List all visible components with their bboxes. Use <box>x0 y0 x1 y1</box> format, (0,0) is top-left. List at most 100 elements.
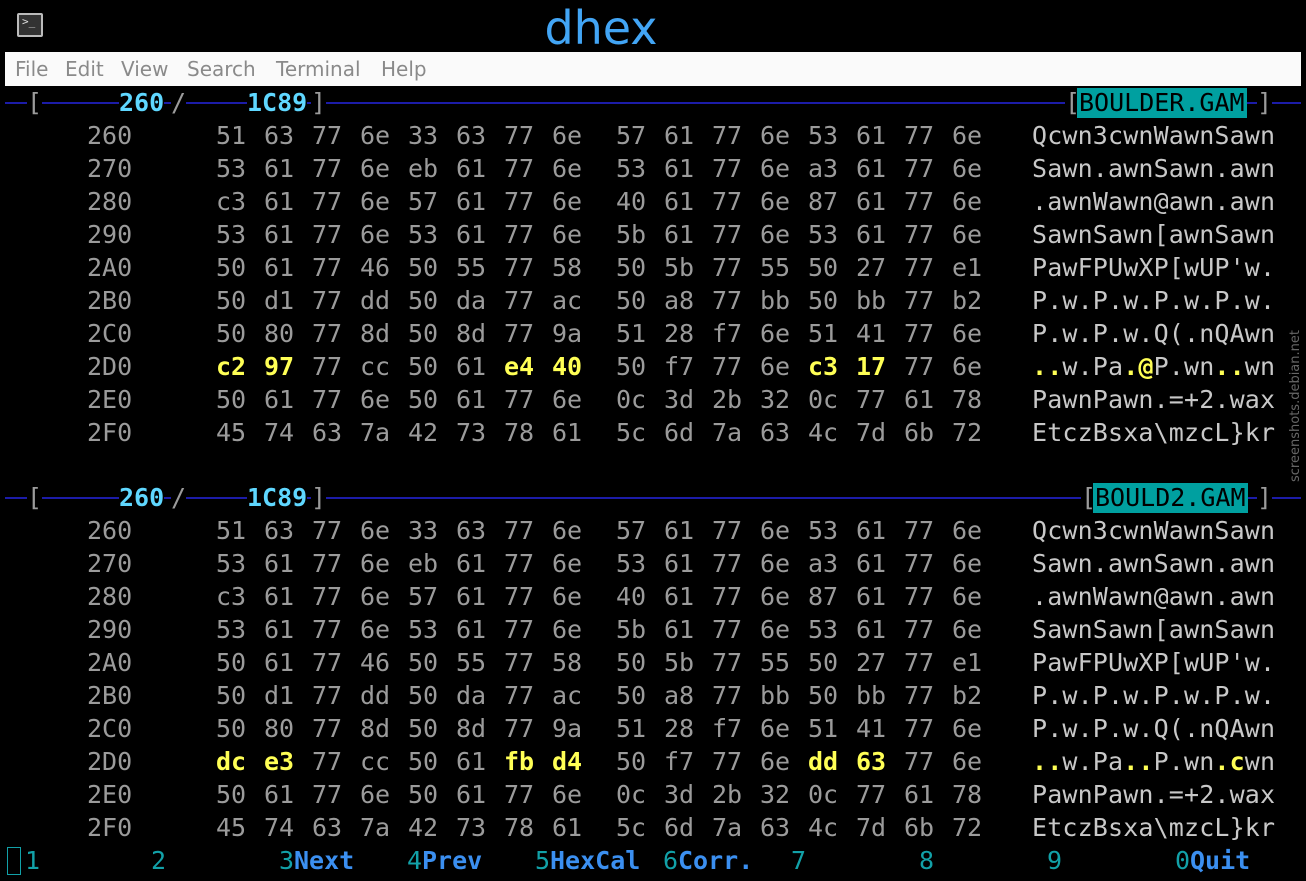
ascii-char: + <box>1184 385 1200 414</box>
fkey-hexcal-button[interactable]: HexCal <box>550 846 640 876</box>
ascii-char: n <box>1260 187 1276 216</box>
fkey-1-number[interactable]: 1 <box>25 846 40 876</box>
byte: 8d <box>456 319 487 348</box>
byte: 8d <box>360 319 391 348</box>
fkey-5-number[interactable]: 5 <box>535 846 550 876</box>
ascii-char: a <box>1047 253 1063 282</box>
ascii-char: Q <box>1214 319 1230 348</box>
ascii-char: . <box>1047 286 1063 315</box>
byte: 53 <box>216 549 247 578</box>
ascii-char: . <box>1214 154 1230 183</box>
byte: 61 <box>664 154 695 183</box>
byte: 77 <box>312 319 343 348</box>
fkey-4-number[interactable]: 4 <box>407 846 422 876</box>
byte: 6e <box>552 780 583 809</box>
byte: bb <box>760 681 791 710</box>
ascii-char: a <box>1138 418 1154 447</box>
byte: 50 <box>216 648 247 677</box>
ascii-char: X <box>1138 253 1154 282</box>
byte: 6e <box>760 582 791 611</box>
byte: 61 <box>456 549 487 578</box>
ascii-char: . <box>1153 385 1169 414</box>
fkey-7-number[interactable]: 7 <box>791 846 806 876</box>
byte: 61 <box>856 549 887 578</box>
fkey-9-number[interactable]: 9 <box>1047 846 1062 876</box>
byte: 61 <box>456 220 487 249</box>
menu-help[interactable]: Help <box>381 57 427 81</box>
ascii-char: S <box>1153 549 1169 578</box>
byte: d1 <box>264 286 295 315</box>
fkey-8-number[interactable]: 8 <box>919 846 934 876</box>
ascii-char: t <box>1047 813 1063 842</box>
menu-search[interactable]: Search <box>187 57 256 81</box>
byte: 6e <box>360 780 391 809</box>
ascii-char: L <box>1214 813 1230 842</box>
ascii-char: a <box>1168 121 1184 150</box>
byte: 53 <box>808 121 839 150</box>
byte: 77 <box>504 648 535 677</box>
byte: 73 <box>456 813 487 842</box>
ascii-char: w <box>1244 154 1260 183</box>
byte: 50 <box>408 747 439 776</box>
byte: cc <box>360 352 391 381</box>
fkey-prev-button[interactable]: Prev <box>422 846 482 876</box>
byte: f7 <box>664 352 695 381</box>
ascii-char: S <box>1214 516 1230 545</box>
ascii-char: P <box>1153 286 1169 315</box>
ascii-char: P <box>1032 385 1048 414</box>
fkey-quit-button[interactable]: Quit <box>1190 846 1250 876</box>
byte: 61 <box>904 385 935 414</box>
filename-tab[interactable]: BOULDER.GAM <box>1077 88 1247 118</box>
byte: 77 <box>904 121 935 150</box>
fkey-2-number[interactable]: 2 <box>151 846 166 876</box>
ascii-char: F <box>1077 253 1093 282</box>
ascii-char: s <box>1108 813 1124 842</box>
byte: 77 <box>312 582 343 611</box>
fkey-next-button[interactable]: Next <box>294 846 354 876</box>
byte: 77 <box>312 714 343 743</box>
ascii-char: . <box>1032 187 1048 216</box>
byte: 50 <box>808 681 839 710</box>
ascii-char: ' <box>1229 648 1245 677</box>
fkey-6-number[interactable]: 6 <box>663 846 678 876</box>
ascii-char: . <box>1138 747 1154 776</box>
filename-tab[interactable]: BOULD2.GAM <box>1093 483 1248 513</box>
menu-terminal[interactable]: Terminal <box>276 57 361 81</box>
byte: 53 <box>216 154 247 183</box>
byte: 5c <box>616 813 647 842</box>
ascii-char: P <box>1214 681 1230 710</box>
byte: bb <box>760 286 791 315</box>
menu-view[interactable]: View <box>121 57 168 81</box>
row-address: 2D0 <box>87 352 133 381</box>
ascii-char: n <box>1138 780 1154 809</box>
ascii-char: P <box>1032 286 1048 315</box>
byte: 6e <box>360 549 391 578</box>
byte: f7 <box>664 747 695 776</box>
ascii-char: P <box>1032 253 1048 282</box>
ascii-char: n <box>1138 154 1154 183</box>
ascii-char: a <box>1168 582 1184 611</box>
fkey-corr-button[interactable]: Corr. <box>678 846 753 876</box>
menu-edit[interactable]: Edit <box>65 57 104 81</box>
ascii-char: w <box>1062 516 1078 545</box>
byte: 61 <box>664 187 695 216</box>
ascii-char: . <box>1229 352 1245 381</box>
terminal-area[interactable]: [260/1C89][BOULDER.GAM] 260 51 63 77 6e 33 63 77… <box>5 86 1301 881</box>
byte: 3d <box>664 780 695 809</box>
fkey-0-number[interactable]: 0 <box>1175 846 1190 876</box>
byte: 8d <box>456 714 487 743</box>
menu-file[interactable]: File <box>15 57 48 81</box>
ascii-char: . <box>1047 681 1063 710</box>
byte: a3 <box>808 549 839 578</box>
byte: e1 <box>952 253 983 282</box>
byte: 77 <box>312 516 343 545</box>
byte: 6e <box>952 187 983 216</box>
fkey-3-number[interactable]: 3 <box>279 846 294 876</box>
ascii-char: n <box>1077 516 1093 545</box>
ascii-char: a <box>1047 154 1063 183</box>
byte: 6e <box>360 385 391 414</box>
byte: 77 <box>504 582 535 611</box>
ascii-char: . <box>1138 714 1154 743</box>
byte: 77 <box>856 780 887 809</box>
byte: bb <box>856 286 887 315</box>
